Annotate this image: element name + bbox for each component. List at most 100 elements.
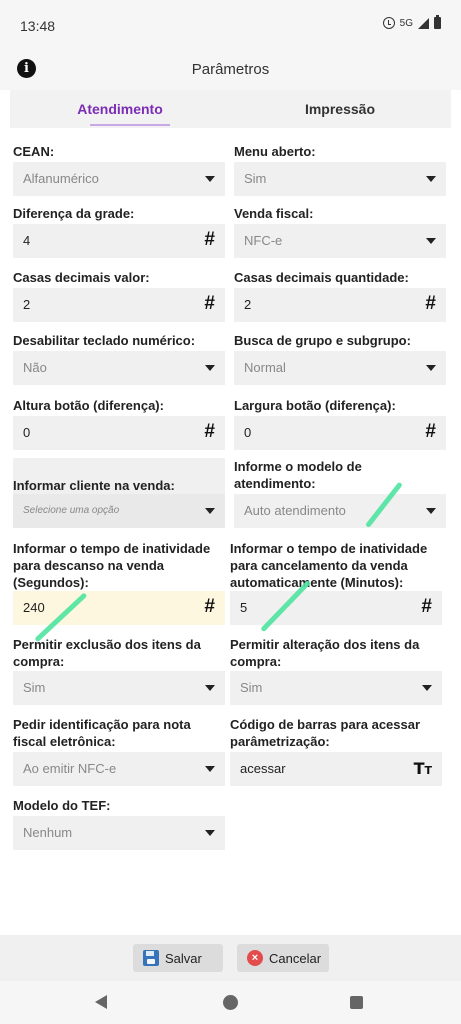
altura-botao-value: 0: [23, 425, 31, 440]
signal-icon: [418, 17, 429, 29]
hash-icon: #: [425, 421, 436, 442]
modelo-tef-select[interactable]: Nenhum: [13, 816, 225, 850]
busca-grupo-select[interactable]: Normal: [234, 351, 446, 385]
tempo-cancelamento-input[interactable]: 5 #: [230, 591, 442, 625]
chevron-down-icon: [205, 176, 215, 182]
chevron-down-icon: [426, 238, 436, 244]
back-icon[interactable]: [95, 995, 107, 1009]
recent-apps-icon[interactable]: [350, 996, 363, 1009]
chevron-down-icon: [426, 365, 436, 371]
informar-cliente-placeholder: Selecione uma opção: [23, 505, 120, 516]
casas-quantidade-value: 2: [244, 297, 252, 312]
casas-quantidade-input[interactable]: 2 #: [234, 288, 446, 322]
tab-atendimento[interactable]: Atendimento: [10, 90, 230, 128]
status-time: 13:48: [20, 18, 56, 34]
modelo-tef-label: Modelo do TEF:: [13, 798, 111, 813]
codigo-barras-label-1: Código de barras para acessar: [230, 717, 421, 732]
hash-icon: #: [421, 596, 432, 617]
venda-fiscal-label: Venda fiscal:: [234, 206, 314, 221]
network-label: 5G: [399, 17, 413, 29]
hash-icon: #: [204, 229, 215, 250]
alarm-icon: [382, 17, 395, 29]
permitir-alteracao-value: Sim: [240, 680, 263, 695]
tab-impressao[interactable]: Impressão: [230, 90, 450, 128]
field-codigo-barras: Código de barras para acessar parâmetriz…: [230, 716, 442, 786]
cean-label: CEAN:: [13, 144, 55, 159]
field-casas-valor: Casas decimais valor: 2 #: [13, 269, 225, 323]
page-title: Parâmetros: [191, 61, 270, 78]
largura-botao-input[interactable]: 0 #: [234, 416, 446, 450]
home-icon[interactable]: [223, 995, 238, 1010]
pedir-identificacao-label-2: fiscal eletrônica:: [13, 734, 116, 749]
floppy-disk-icon: [143, 950, 159, 966]
field-tempo-descanso: Informar o tempo de inatividade para des…: [13, 540, 225, 625]
altura-botao-input[interactable]: 0 #: [13, 416, 225, 450]
permitir-alteracao-select[interactable]: Sim: [230, 671, 442, 705]
modelo-atendimento-label-1: Informe o modelo de: [234, 459, 362, 474]
venda-fiscal-value: NFC-e: [244, 233, 283, 248]
tempo-cancelamento-label-2: para cancelamento da venda: [230, 558, 408, 573]
tempo-descanso-input[interactable]: 240 #: [13, 591, 225, 625]
permitir-exclusao-select[interactable]: Sim: [13, 671, 225, 705]
desabilitar-teclado-select[interactable]: Não: [13, 351, 225, 385]
permitir-alteracao-label-2: compra:: [230, 654, 282, 669]
casas-valor-input[interactable]: 2 #: [13, 288, 225, 322]
hash-icon: #: [204, 293, 215, 314]
field-modelo-tef: Modelo do TEF: Nenhum: [13, 797, 225, 851]
casas-valor-label: Casas decimais valor:: [13, 270, 150, 285]
codigo-barras-value: acessar: [240, 761, 286, 776]
chevron-down-icon: [205, 508, 215, 514]
menu-aberto-value: Sim: [244, 171, 267, 186]
status-bar: 13:48 5G: [0, 0, 461, 52]
modelo-atendimento-value: Auto atendimento: [244, 503, 346, 518]
chevron-down-icon: [205, 365, 215, 371]
field-altura-botao: Altura botão (diferença): 0 #: [13, 397, 225, 451]
cancel-label: Cancelar: [269, 950, 322, 966]
field-pedir-identificacao: Pedir identificação para nota fiscal ele…: [13, 716, 225, 786]
desabilitar-teclado-value: Não: [23, 360, 47, 375]
permitir-alteracao-label-1: Permitir alteração dos itens da: [230, 637, 420, 652]
cean-select[interactable]: Alfanumérico: [13, 162, 225, 196]
chevron-down-icon: [422, 685, 432, 691]
chevron-down-icon: [205, 685, 215, 691]
informar-cliente-select[interactable]: Selecione uma opção: [13, 494, 225, 528]
status-icons: 5G: [382, 15, 441, 29]
venda-fiscal-select[interactable]: NFC-e: [234, 224, 446, 258]
pedir-identificacao-select[interactable]: Ao emitir NFC-e: [13, 752, 225, 786]
save-button[interactable]: Salvar: [133, 944, 223, 972]
diferenca-grade-input[interactable]: 4 #: [13, 224, 225, 258]
field-diferenca-grade: Diferença da grade: 4 #: [13, 205, 225, 259]
largura-botao-label: Largura botão (diferença):: [234, 398, 396, 413]
modelo-atendimento-select[interactable]: Auto atendimento: [234, 494, 446, 528]
chevron-down-icon: [205, 830, 215, 836]
pedir-identificacao-value: Ao emitir NFC-e: [23, 761, 117, 776]
cancel-button[interactable]: × Cancelar: [237, 944, 329, 972]
busca-grupo-value: Normal: [244, 360, 286, 375]
field-desabilitar-teclado: Desabilitar teclado numérico: Não: [13, 332, 225, 386]
menu-aberto-select[interactable]: Sim: [234, 162, 446, 196]
app-header: i Parâmetros: [0, 52, 461, 90]
codigo-barras-label-2: parâmetrização:: [230, 734, 330, 749]
chevron-down-icon: [205, 766, 215, 772]
altura-botao-label: Altura botão (diferença):: [13, 398, 164, 413]
tempo-descanso-label-3: (Segundos):: [13, 575, 89, 590]
field-casas-quantidade: Casas decimais quantidade: 2 #: [234, 269, 446, 323]
codigo-barras-input[interactable]: acessar TT: [230, 752, 442, 786]
hash-icon: #: [204, 421, 215, 442]
field-menu-aberto: Menu aberto: Sim: [234, 143, 446, 197]
active-tab-indicator: [90, 124, 170, 126]
menu-aberto-label: Menu aberto:: [234, 144, 316, 159]
save-label: Salvar: [165, 950, 202, 966]
battery-icon: [434, 15, 441, 29]
permitir-exclusao-label-2: compra:: [13, 654, 65, 669]
text-type-icon: TT: [413, 759, 432, 778]
field-cean: CEAN: Alfanumérico: [13, 143, 225, 197]
tempo-cancelamento-label-3: automaticamente (Minutos):: [230, 575, 404, 590]
chevron-down-icon: [426, 508, 436, 514]
field-modelo-atendimento: Informe o modelo de atendimento: Auto at…: [234, 458, 446, 528]
permitir-exclusao-value: Sim: [23, 680, 46, 695]
tab-bar: Atendimento Impressão: [10, 90, 451, 128]
tempo-cancelamento-label-1: Informar o tempo de inatividade: [230, 541, 428, 556]
pedir-identificacao-label-1: Pedir identificação para nota: [13, 717, 191, 732]
diferenca-grade-value: 4: [23, 233, 31, 248]
